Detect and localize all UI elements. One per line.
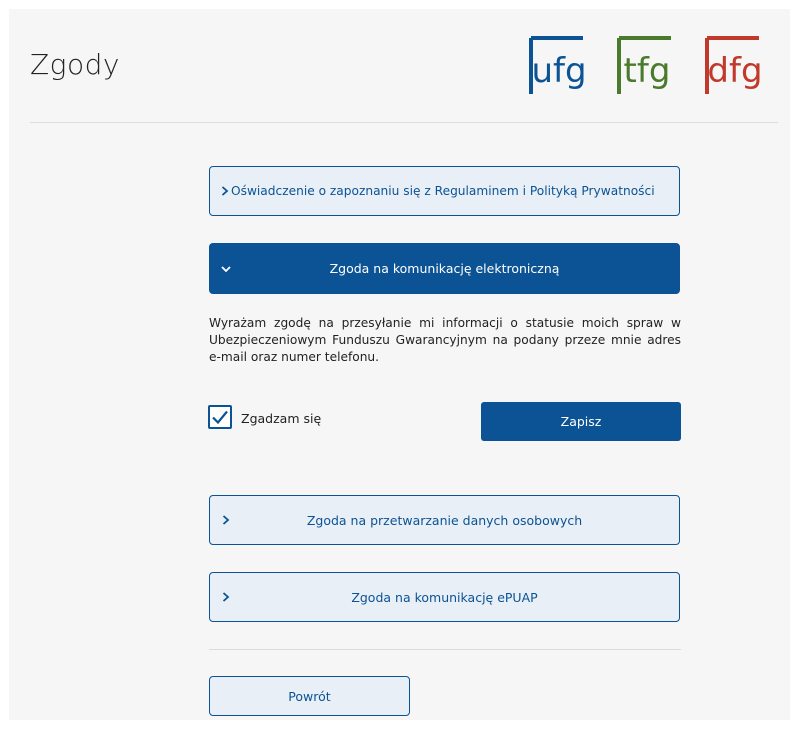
accordion-regulations[interactable]: Oświadczenie o zapoznaniu się z Regulami… [209, 166, 680, 216]
accordion-personal-data[interactable]: Zgoda na przetwarzanie danych osobowych [209, 495, 680, 545]
ufg-logo-text: ufg [531, 51, 586, 91]
accordion-epuap-label: Zgoda na komunikację ePUAP [351, 589, 538, 605]
accordion-regulations-label: Oświadczenie o zapoznaniu się z Regulami… [231, 184, 655, 198]
dfg-logo-text: dfg [707, 51, 762, 91]
header-divider [30, 122, 778, 123]
accordion-electronic[interactable]: Zgoda na komunikację elektroniczną [209, 243, 680, 294]
tfg-logo-text: tfg [624, 51, 671, 91]
back-button[interactable]: Powrót [209, 676, 410, 716]
accordion-personal-data-label: Zgoda na przetwarzanie danych osobowych [306, 512, 583, 528]
ufg-logo: ufg [525, 34, 589, 98]
save-button[interactable]: Zapisz [481, 402, 681, 441]
chevron-right-icon [221, 592, 231, 602]
electronic-consent-text: Wyrażam zgodę na przesyłanie mi informac… [209, 316, 681, 364]
accordion-epuap[interactable]: Zgoda na komunikację ePUAP [209, 572, 680, 622]
tfg-logo: tfg [613, 34, 677, 98]
chevron-down-icon [221, 264, 231, 274]
chevron-right-icon [221, 515, 231, 525]
accordion-electronic-label: Zgoda na komunikację elektroniczną [329, 261, 560, 276]
agree-checkbox[interactable] [208, 405, 232, 429]
chevron-right-icon [220, 186, 230, 196]
dfg-logo: dfg [701, 34, 765, 98]
footer-divider [209, 649, 681, 650]
logos-group: ufg tfg dfg [525, 34, 770, 102]
page-title: Zgody [30, 48, 120, 81]
agree-checkbox-label[interactable]: Zgadzam się [241, 411, 321, 426]
checkmark-icon [212, 410, 228, 425]
